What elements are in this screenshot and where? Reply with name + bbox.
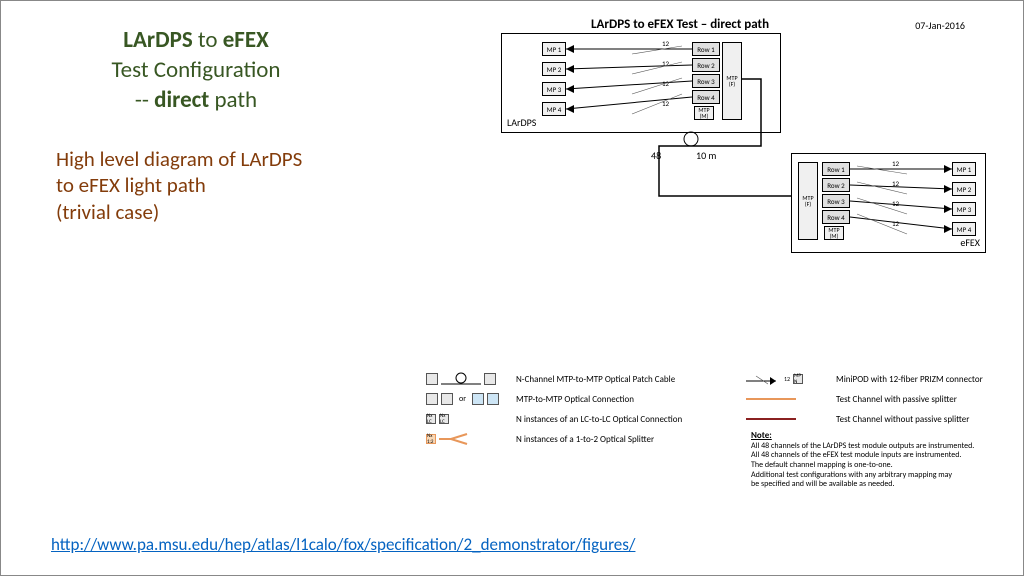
- lardps-row4: Row 4: [692, 90, 720, 104]
- legend-nopassive: Test Channel without passive splitter: [836, 414, 986, 425]
- fiber-12-2: 12: [662, 59, 669, 68]
- fiber-12-1: 12: [662, 39, 669, 48]
- note-line5: be specified and will be available as ne…: [751, 479, 895, 489]
- note-line1: All 48 channels of the LArDPS test modul…: [751, 441, 974, 451]
- legend-mtp-conn: MTP-to-MTP Optical Connection: [516, 394, 726, 405]
- legend-patch-cable: N-Channel MTP-to-MTP Optical Patch Cable: [516, 374, 726, 385]
- note-block: Note: All 48 channels of the LArDPS test…: [751, 431, 991, 490]
- efex-box: eFEX MTP (F) Row 1 Row 2 Row 3 Row 4 MTP…: [791, 153, 986, 253]
- diagram-date: 07-Jan-2016: [915, 19, 965, 32]
- note-line2: All 48 channels of the eFEX test module …: [751, 450, 961, 460]
- lardps-box: LArDPS MP 1 MP 2 MP 3 MP 4 12 12 12 12 R…: [501, 33, 781, 133]
- legend-or: or: [459, 394, 466, 404]
- efex-row3: Row 3: [822, 194, 850, 208]
- fiber-12-4: 12: [662, 99, 669, 108]
- lardps-row3: Row 3: [692, 74, 720, 88]
- note-heading: Note:: [751, 430, 772, 441]
- legend-12: 12: [784, 375, 790, 383]
- note-line3: The default channel mapping is one-to-on…: [751, 460, 893, 470]
- lardps-mp3: MP 3: [542, 82, 566, 96]
- efex-row4: Row 4: [822, 210, 850, 224]
- title-direct: direct: [154, 86, 209, 114]
- lardps-mp1: MP 1: [542, 42, 566, 56]
- lardps-mp4: MP 4: [542, 102, 566, 116]
- legend-lc-conn: N instances of an LC-to-LC Optical Conne…: [516, 414, 726, 425]
- cable-count: 48: [651, 149, 661, 162]
- slide-container: LArDPS to eFEX Test Configuration -- dir…: [0, 0, 1024, 576]
- efex-f12-4: 12: [892, 219, 899, 228]
- efex-mtp-f: MTP (F): [798, 162, 818, 240]
- lardps-label: LArDPS: [507, 116, 536, 129]
- efex-f12-2: 12: [892, 179, 899, 188]
- description-text: High level diagram of LArDPS to eFEX lig…: [56, 146, 316, 225]
- efex-mp1: MP 1: [952, 162, 976, 176]
- legend-mpn: MP N: [793, 374, 803, 384]
- efex-f12-3: 12: [892, 199, 899, 208]
- title-dash: --: [135, 86, 154, 114]
- efex-mp2: MP 2: [952, 182, 976, 196]
- efex-row2: Row 2: [822, 178, 850, 192]
- slide-title: LArDPS to eFEX Test Configuration -- dir…: [56, 26, 336, 116]
- cable-length: 10 m: [696, 149, 716, 162]
- efex-mp3: MP 3: [952, 202, 976, 216]
- efex-label: eFEX: [960, 236, 980, 249]
- lardps-mtp-m: MTP (M): [694, 106, 714, 120]
- legend-splitter: N instances of a 1-to-2 Optical Splitter: [516, 434, 726, 445]
- legend-nxlc-icon: Nx LC: [426, 414, 436, 424]
- footer-link[interactable]: http://www.pa.msu.edu/hep/atlas/l1calo/f…: [51, 534, 635, 555]
- efex-mtp-m: MTP (M): [824, 226, 844, 240]
- title-to: to: [193, 26, 223, 54]
- efex-mp4: MP 4: [952, 222, 976, 236]
- lardps-row1: Row 1: [692, 42, 720, 56]
- title-line2: Test Configuration: [56, 56, 336, 86]
- legend-nxlc-icon2: Nx LC: [439, 414, 449, 424]
- lardps-mtp-f: MTP (F): [722, 42, 742, 120]
- title-path: path: [209, 86, 257, 114]
- lardps-row2: Row 2: [692, 58, 720, 72]
- efex-f12-1: 12: [892, 159, 899, 168]
- legend-splitter-icon: Nx 1:2: [426, 434, 436, 444]
- legend-passive: Test Channel with passive splitter: [836, 394, 986, 405]
- fiber-12-3: 12: [662, 79, 669, 88]
- title-lardps: LArDPS: [123, 26, 192, 54]
- note-line4: Additional test configurations with any …: [751, 470, 952, 480]
- efex-row1: Row 1: [822, 162, 850, 176]
- legend-minipod: MiniPOD with 12-fiber PRIZM connector: [836, 374, 986, 385]
- lardps-mp2: MP 2: [542, 62, 566, 76]
- diagram-title: LArDPS to eFEX Test – direct path: [591, 17, 769, 32]
- title-efex: eFEX: [223, 26, 269, 54]
